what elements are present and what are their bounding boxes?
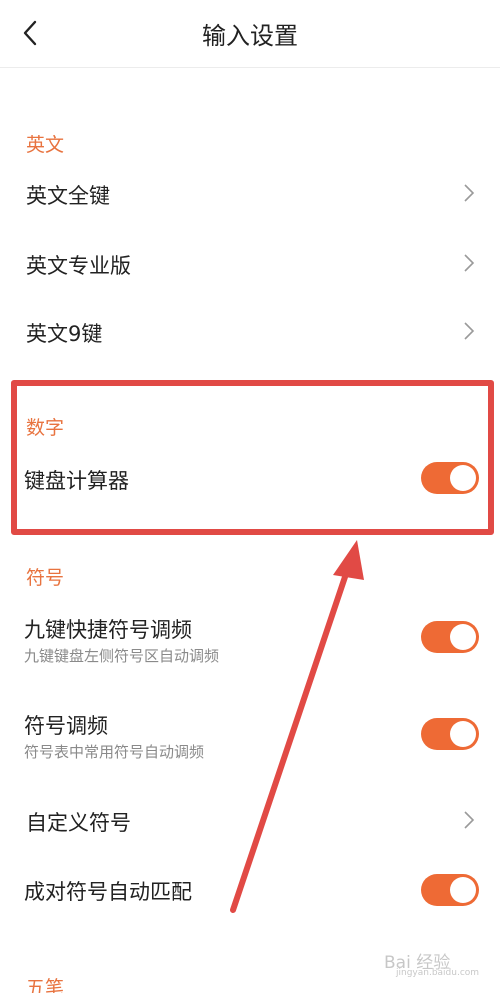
- nine-key-symbol-frequency-toggle[interactable]: [421, 621, 479, 653]
- toggle-knob: [450, 465, 476, 491]
- setting-item-nine-key-symbol-frequency[interactable]: 九键快捷符号调频 九键键盘左侧符号区自动调频: [0, 610, 500, 670]
- app-header: 输入设置: [0, 0, 500, 68]
- watermark-subtext: jingyan.baidu.com: [396, 968, 480, 978]
- paired-symbol-match-toggle[interactable]: [421, 874, 479, 906]
- setting-label: 英文全键: [26, 184, 110, 208]
- setting-item-custom-symbols[interactable]: 自定义符号: [0, 797, 500, 847]
- setting-item-english-full-keyboard[interactable]: 英文全键: [0, 170, 500, 220]
- setting-description: 符号表中常用符号自动调频: [24, 743, 205, 761]
- setting-item-symbol-frequency[interactable]: 符号调频 符号表中常用符号自动调频: [0, 706, 500, 766]
- setting-label: 符号调频: [24, 714, 108, 738]
- section-title-wubi: 五笔: [26, 977, 65, 993]
- toggle-knob: [450, 624, 476, 650]
- chevron-right-icon: [464, 811, 475, 829]
- setting-item-keyboard-calculator[interactable]: 键盘计算器: [0, 455, 500, 505]
- chevron-right-icon: [464, 254, 475, 272]
- setting-label: 九键快捷符号调频: [24, 618, 192, 642]
- toggle-knob: [450, 721, 476, 747]
- chevron-right-icon: [464, 184, 475, 202]
- setting-item-english-9-key[interactable]: 英文9键: [0, 308, 500, 358]
- setting-label: 英文9键: [26, 322, 103, 346]
- setting-item-paired-symbol-match[interactable]: 成对符号自动匹配: [0, 866, 500, 916]
- setting-label: 自定义符号: [26, 811, 131, 835]
- section-title-symbol: 符号: [26, 567, 65, 589]
- section-title-number: 数字: [26, 417, 65, 439]
- setting-label: 英文专业版: [26, 254, 131, 278]
- setting-label: 键盘计算器: [24, 469, 129, 493]
- page-title: 输入设置: [202, 22, 298, 50]
- setting-item-english-pro[interactable]: 英文专业版: [0, 240, 500, 290]
- baidu-jingyan-watermark: Bai 经验 jingyan.baidu.com: [384, 944, 494, 978]
- symbol-frequency-toggle[interactable]: [421, 718, 479, 750]
- setting-description: 九键键盘左侧符号区自动调频: [24, 647, 220, 665]
- chevron-right-icon: [464, 322, 475, 340]
- setting-label: 成对符号自动匹配: [24, 880, 192, 904]
- keyboard-calculator-toggle[interactable]: [421, 462, 479, 494]
- section-title-english: 英文: [26, 134, 65, 156]
- toggle-knob: [450, 877, 476, 903]
